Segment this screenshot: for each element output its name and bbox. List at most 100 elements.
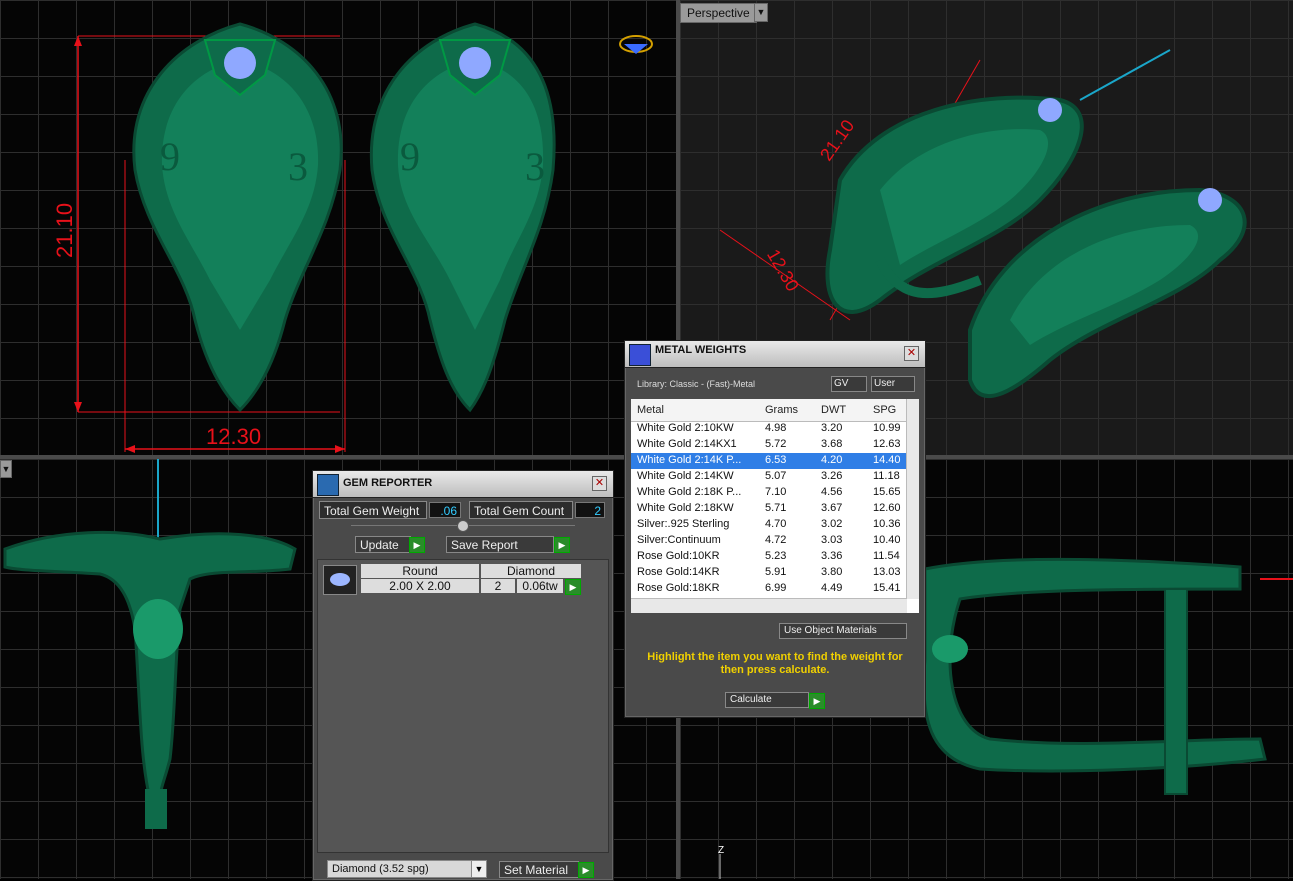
material-select-arrow-icon[interactable]: ▼: [471, 861, 486, 877]
metal-row[interactable]: Silver:.925 Sterling 4.70 3.02 10.36: [631, 517, 907, 533]
metal-dwt: 3.02: [821, 518, 843, 530]
total-gem-weight-value: .06: [429, 502, 461, 518]
calculate-go-icon[interactable]: ▶: [809, 693, 825, 709]
separator-handle-icon[interactable]: [457, 520, 469, 532]
metal-dwt: 4.49: [821, 582, 843, 594]
metal-name: Rose Gold:10KR: [637, 550, 720, 562]
metal-row[interactable]: Rose Gold:18KR 6.99 4.49 15.41: [631, 581, 907, 597]
top-width-dimension: 12.30: [206, 424, 262, 449]
table-hscrollbar[interactable]: [631, 598, 907, 613]
metal-name: Silver:Continuum: [637, 534, 721, 546]
metal-dwt: 3.36: [821, 550, 843, 562]
metal-spg: 10.99: [873, 422, 901, 434]
total-gem-weight-label: Total Gem Weight: [319, 501, 427, 519]
metal-spg: 14.40: [873, 454, 901, 466]
metal-name: White Gold 2:10KW: [637, 422, 734, 434]
metal-spg: 11.54: [873, 550, 900, 562]
metal-spg: 11.18: [873, 470, 900, 482]
metal-weights-icon: [629, 344, 651, 366]
gem-shape: Round: [361, 564, 479, 578]
metal-weights-title-bar[interactable]: METAL WEIGHTS ✕: [625, 341, 925, 368]
gem-reporter-title-bar[interactable]: GEM REPORTER ✕: [313, 471, 613, 498]
metal-grams: 6.99: [765, 582, 787, 594]
metal-dwt: 3.26: [821, 470, 843, 482]
header-spg[interactable]: SPG: [873, 404, 896, 416]
set-material-go-icon[interactable]: ▶: [578, 862, 594, 878]
metal-dwt: 3.68: [821, 438, 843, 450]
metal-dwt: 4.20: [821, 454, 843, 466]
metal-grams: 5.07: [765, 470, 787, 482]
metal-name: Silver:.925 Sterling: [637, 518, 730, 530]
svg-text:9: 9: [160, 134, 180, 179]
metal-row[interactable]: White Gold 2:14KX1 5.72 3.68 12.63: [631, 437, 907, 453]
round-gem-icon: [323, 565, 357, 595]
gem-size: 2.00 X 2.00: [361, 579, 479, 593]
use-object-materials-toggle[interactable]: Use Object Materials: [779, 623, 907, 639]
gem-count: 2: [481, 579, 515, 593]
metal-name: White Gold 2:14KW: [637, 470, 734, 482]
save-report-go-icon[interactable]: ▶: [554, 537, 570, 553]
calc-hint: Highlight the item you want to find the …: [647, 651, 903, 676]
metal-table-header: Metal Grams DWT SPG: [631, 399, 907, 422]
library-label: Library: Classic - (Fast)-Metal: [637, 379, 756, 389]
material-select[interactable]: Diamond (3.52 spg): [327, 860, 487, 878]
header-metal[interactable]: Metal: [637, 404, 664, 416]
metal-name: Rose Gold:14KR: [637, 566, 720, 578]
gem-reporter-close-button[interactable]: ✕: [592, 476, 607, 491]
metal-row[interactable]: White Gold 2:18K P... 7.10 4.56 15.65: [631, 485, 907, 501]
user-toggle[interactable]: User: [871, 376, 915, 392]
metal-row[interactable]: Rose Gold:10KR 5.23 3.36 11.54: [631, 549, 907, 565]
view-menu-arrow[interactable]: ▼: [754, 3, 768, 22]
svg-text:9: 9: [400, 134, 420, 179]
top-height-dimension: 21.10: [52, 202, 77, 258]
table-vscrollbar[interactable]: [906, 399, 919, 599]
gem-row[interactable]: Round 2.00 X 2.00 Diamond 2 0.06tw ▶: [321, 563, 587, 595]
calculate-button[interactable]: Calculate: [725, 692, 809, 708]
metal-row[interactable]: White Gold 2:10KW 4.98 3.20 10.99: [631, 421, 907, 437]
gem-reporter-panel: GEM REPORTER ✕ Total Gem Weight .06 Tota…: [312, 470, 614, 881]
viewport-view-label[interactable]: Perspective: [680, 3, 757, 23]
metal-spg: 10.40: [873, 534, 901, 546]
metal-dwt: 4.56: [821, 486, 843, 498]
gv-toggle[interactable]: GV: [831, 376, 867, 392]
top-view-models: 9 3 9 3: [74, 22, 653, 453]
gem-material: Diamond: [481, 564, 581, 578]
metal-grams: 4.98: [765, 422, 787, 434]
metal-row[interactable]: Rose Gold:14KR 5.91 3.80 13.03: [631, 565, 907, 581]
header-dwt[interactable]: DWT: [821, 404, 846, 416]
metal-grams: 7.10: [765, 486, 787, 498]
metal-name: Rose Gold:18KR: [637, 582, 720, 594]
metal-dwt: 3.80: [821, 566, 843, 578]
axis-z-label: Z: [718, 845, 725, 856]
update-button[interactable]: Update: [355, 536, 411, 553]
metal-row[interactable]: White Gold 2:14KW 5.07 3.26 11.18: [631, 469, 907, 485]
metal-name: White Gold 2:14KX1: [637, 438, 737, 450]
metal-grams: 5.71: [765, 502, 787, 514]
metal-spg: 12.63: [873, 438, 901, 450]
metal-weights-panel: METAL WEIGHTS ✕ Library: Classic - (Fast…: [624, 340, 926, 718]
metal-grams: 4.72: [765, 534, 787, 546]
set-material-button[interactable]: Set Material: [499, 861, 579, 878]
metal-grams: 6.53: [765, 454, 787, 466]
metal-table[interactable]: Metal Grams DWT SPG White Gold 2:10KW 4.9…: [631, 399, 919, 613]
metal-spg: 12.60: [873, 502, 901, 514]
metal-grams: 5.91: [765, 566, 787, 578]
metal-grams: 5.23: [765, 550, 787, 562]
update-go-icon[interactable]: ▶: [409, 537, 425, 553]
metal-spg: 13.03: [873, 566, 901, 578]
header-grams[interactable]: Grams: [765, 404, 798, 416]
metal-row[interactable]: Silver:Continuum 4.72 3.03 10.40: [631, 533, 907, 549]
metal-weights-title: METAL WEIGHTS: [655, 344, 747, 356]
total-gem-count-label: Total Gem Count: [469, 501, 573, 519]
gem-list-area[interactable]: [317, 559, 609, 853]
metal-spg: 15.41: [873, 582, 901, 594]
save-report-button[interactable]: Save Report: [446, 536, 554, 553]
metal-dwt: 3.03: [821, 534, 843, 546]
gem-reporter-title: GEM REPORTER: [343, 477, 433, 489]
gem-row-go-icon[interactable]: ▶: [565, 579, 581, 595]
metal-row[interactable]: White Gold 2:14K P... 6.53 4.20 14.40: [631, 453, 907, 469]
metal-row[interactable]: White Gold 2:18KW 5.71 3.67 12.60: [631, 501, 907, 517]
svg-text:3: 3: [288, 144, 308, 189]
svg-text:3: 3: [525, 144, 545, 189]
metal-weights-close-button[interactable]: ✕: [904, 346, 919, 361]
